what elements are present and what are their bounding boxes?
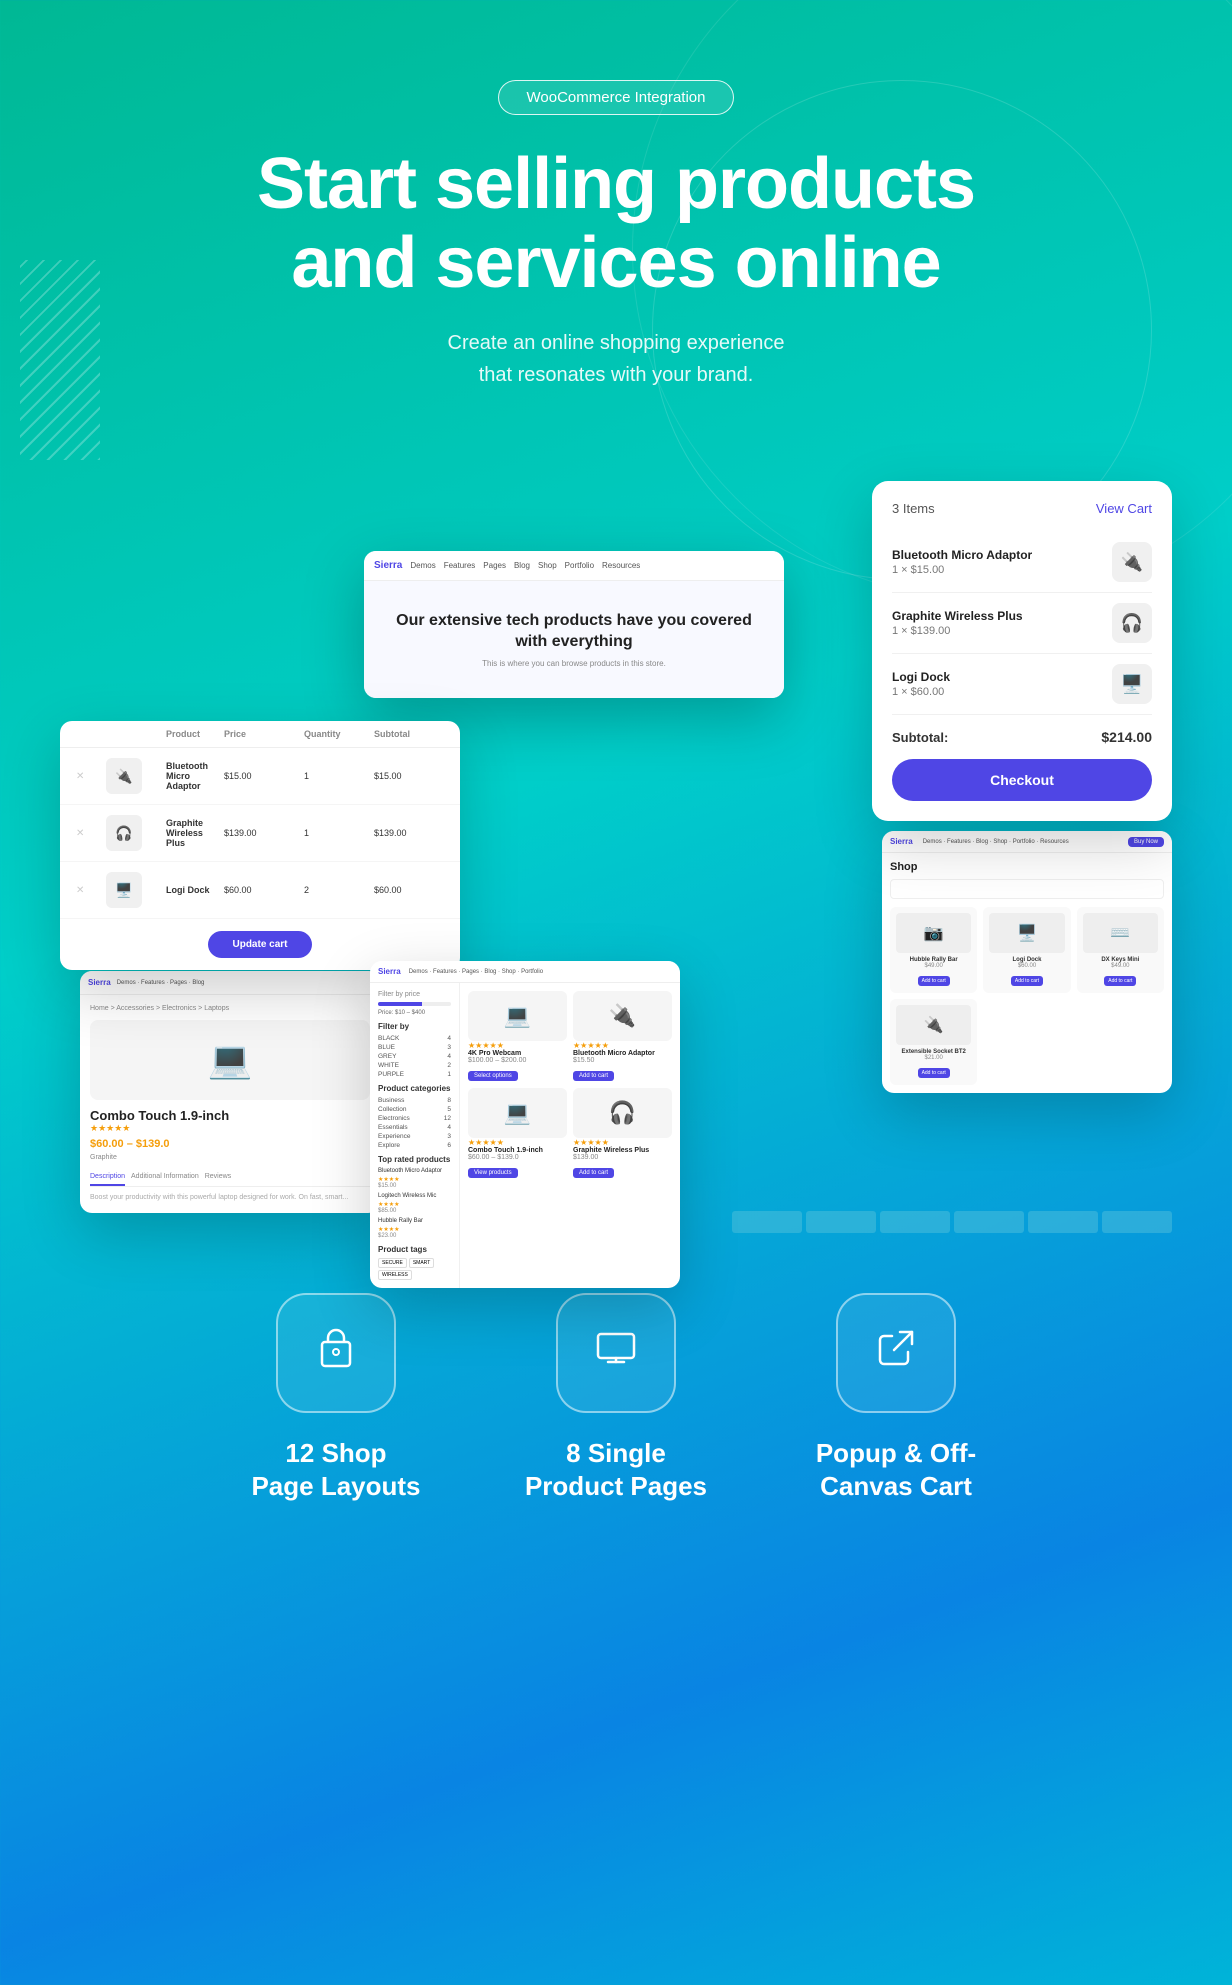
cart-item-2-name: Graphite Wireless Plus <box>892 609 1102 623</box>
cart-subtotal: Subtotal: $214.00 <box>892 715 1152 759</box>
grid-rect-5 <box>1028 1211 1098 1233</box>
shop-main-screenshot: Sierra Demos Features Pages Blog Shop Po… <box>364 551 784 698</box>
cart-item-2-price: 1 × $139.00 <box>892 625 1102 637</box>
pg-stars: ★★★★★ <box>90 1123 370 1134</box>
grid-rect-3 <box>880 1211 950 1233</box>
cart-item-3-name: Logi Dock <box>892 670 1102 684</box>
main-title: Start selling products and services onli… <box>20 145 1212 303</box>
sg-product-2: 🖥️ Logi Dock $60.00 Add to cart <box>983 907 1070 993</box>
grid-rect-4 <box>954 1211 1024 1233</box>
sss-product-4: 🎧 ★★★★★ Graphite Wireless Plus $139.00 A… <box>573 1088 672 1179</box>
shop-logo: Sierra <box>374 560 402 571</box>
update-cart-button[interactable]: Update cart <box>208 931 311 958</box>
pg-nav: Sierra Demos · Features · Pages · Blog <box>80 971 380 995</box>
shopping-bag-icon <box>312 1324 360 1382</box>
cart-item-3-price: 1 × $60.00 <box>892 686 1102 698</box>
grid-rect-6 <box>1102 1211 1172 1233</box>
shop-nav-links: Demos Features Pages Blog Shop Portfolio… <box>410 561 640 570</box>
cart-view-link[interactable]: View Cart <box>1096 501 1152 516</box>
feature-shop-title: 12 Shop Page Layouts <box>251 1437 420 1502</box>
cart-item-3-img: 🖥️ <box>1112 664 1152 704</box>
pg-price: $60.00 – $139.0 <box>90 1138 370 1150</box>
cart-item-2: Graphite Wireless Plus 1 × $139.00 🎧 <box>892 593 1152 654</box>
cart-item-1-info: Bluetooth Micro Adaptor 1 × $15.00 <box>892 548 1102 576</box>
sidebar-shop-main: 💻 ★★★★★ 4K Pro Webcam $100.00 – $200.00 … <box>460 983 680 1288</box>
header-section: WooCommerce Integration Start selling pr… <box>0 0 1232 431</box>
monitor-icon <box>592 1324 640 1382</box>
feature-product-title: 8 Single Product Pages <box>525 1437 707 1502</box>
woocommerce-badge: WooCommerce Integration <box>498 80 735 115</box>
cart-item-1-img: 🔌 <box>1112 542 1152 582</box>
cart-table-row-1: ✕ 🔌 Bluetooth Micro Adaptor $15.00 1 $15… <box>60 748 460 805</box>
grid-rect-2 <box>806 1211 876 1233</box>
cart-table-screenshot: Product Price Quantity Subtotal ✕ 🔌 Blue… <box>60 721 460 970</box>
shop-hero: Our extensive tech products have you cov… <box>364 581 784 698</box>
sidebar-shop-nav: Sierra Demos · Features · Pages · Blog ·… <box>370 961 680 983</box>
shop-grid-screenshot: Sierra Demos · Features · Blog · Shop · … <box>882 831 1172 1093</box>
pg-description: Boost your productivity with this powerf… <box>90 1193 370 1203</box>
sg-body: Shop 📷 Hubble Rally Bar $49.00 Add to ca… <box>882 853 1172 1093</box>
pg-product-title: Combo Touch 1.9-inch <box>90 1108 370 1123</box>
subtotal-amount: $214.00 <box>1101 729 1152 745</box>
cart-item-3: Logi Dock 1 × $60.00 🖥️ <box>892 654 1152 715</box>
cart-item-1-name: Bluetooth Micro Adaptor <box>892 548 1102 562</box>
grid-rect-1 <box>732 1211 802 1233</box>
cart-table-row-3: ✕ 🖥️ Logi Dock $60.00 2 $60.00 <box>60 862 460 919</box>
pg-body: Home > Accessories > Electronics > Lapto… <box>80 995 380 1213</box>
sg-product-4: 🔌 Extensible Socket BT2 $21.00 Add to ca… <box>890 999 977 1085</box>
feature-shop-layouts: 12 Shop Page Layouts <box>226 1293 446 1502</box>
price-slider <box>378 1002 451 1006</box>
cart-item-1: Bluetooth Micro Adaptor 1 × $15.00 🔌 <box>892 532 1152 593</box>
sidebar-shop-products: 💻 ★★★★★ 4K Pro Webcam $100.00 – $200.00 … <box>468 991 672 1179</box>
cart-table-header: Product Price Quantity Subtotal <box>60 721 460 748</box>
feature-popup-title: Popup & Off- Canvas Cart <box>816 1437 976 1502</box>
cart-popup: 3 Items View Cart Bluetooth Micro Adapto… <box>872 481 1172 821</box>
sg-products: 📷 Hubble Rally Bar $49.00 Add to cart 🖥️… <box>890 907 1164 1085</box>
feature-popup-cart: Popup & Off- Canvas Cart <box>786 1293 1006 1502</box>
external-link-icon <box>872 1324 920 1382</box>
sg-search[interactable] <box>890 879 1164 899</box>
feature-popup-icon-wrap <box>836 1293 956 1413</box>
ss-logo: Sierra <box>378 967 401 976</box>
feature-shop-icon-wrap <box>276 1293 396 1413</box>
sidebar-shop-body: Filter by price Price: $10 – $400 Filter… <box>370 983 680 1288</box>
sg-product-1: 📷 Hubble Rally Bar $49.00 Add to cart <box>890 907 977 993</box>
cart-items-count: 3 Items <box>892 501 935 516</box>
cart-item-2-img: 🎧 <box>1112 603 1152 643</box>
cart-item-2-info: Graphite Wireless Plus 1 × $139.00 <box>892 609 1102 637</box>
sg-shop-title: Shop <box>890 861 1164 873</box>
pg-breadcrumb: Home > Accessories > Electronics > Lapto… <box>90 1005 370 1012</box>
cart-item-3-info: Logi Dock 1 × $60.00 <box>892 670 1102 698</box>
cart-item-1-price: 1 × $15.00 <box>892 564 1102 576</box>
sidebar-filters: Filter by price Price: $10 – $400 Filter… <box>370 983 460 1288</box>
sidebar-shop-screenshot: Sierra Demos · Features · Pages · Blog ·… <box>370 961 680 1288</box>
sg-nav: Sierra Demos · Features · Blog · Shop · … <box>882 831 1172 853</box>
screenshots-area: 3 Items View Cart Bluetooth Micro Adapto… <box>0 471 1232 1191</box>
cart-table-row-2: ✕ 🎧 Graphite Wireless Plus $139.00 1 $13… <box>60 805 460 862</box>
shop-hero-title: Our extensive tech products have you cov… <box>384 611 764 653</box>
shop-nav: Sierra Demos Features Pages Blog Shop Po… <box>364 551 784 581</box>
subtitle: Create an online shopping experience tha… <box>20 327 1212 391</box>
shop-hero-sub: This is where you can browse products in… <box>384 659 764 668</box>
sss-product-2: 🔌 ★★★★★ Bluetooth Micro Adaptor $15.50 A… <box>573 991 672 1082</box>
sss-product-3: 💻 ★★★★★ Combo Touch 1.9-inch $60.00 – $1… <box>468 1088 567 1179</box>
feature-product-pages: 8 Single Product Pages <box>506 1293 726 1502</box>
feature-product-icon-wrap <box>556 1293 676 1413</box>
subtotal-label: Subtotal: <box>892 730 948 745</box>
cart-popup-header: 3 Items View Cart <box>892 501 1152 516</box>
pg-tabs: Description Additional Information Revie… <box>90 1169 370 1187</box>
pg-product-img: 💻 <box>90 1020 370 1100</box>
checkout-button[interactable]: Checkout <box>892 759 1152 801</box>
sss-product-1: 💻 ★★★★★ 4K Pro Webcam $100.00 – $200.00 … <box>468 991 567 1082</box>
product-single-screenshot: Sierra Demos · Features · Pages · Blog H… <box>80 971 380 1213</box>
sg-product-3: ⌨️ DX Keys Mini $49.00 Add to cart <box>1077 907 1164 993</box>
